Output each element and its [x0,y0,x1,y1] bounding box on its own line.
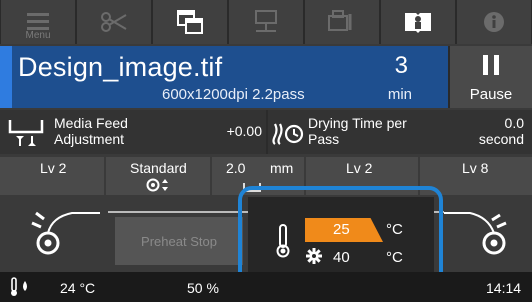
remaining-time: 3 [394,52,408,79]
media-feed-label-1: Media Feed [54,115,128,131]
menu-label: Menu [25,30,51,41]
left-roller-fan-icon [31,211,100,255]
right-level-value: Lv 8 [462,160,489,176]
printer-settings-button[interactable] [305,0,379,44]
network-icon [255,10,277,32]
manual-button[interactable] [381,0,455,44]
right-roller-fan-icon [444,212,507,255]
info-button[interactable] [457,0,531,44]
media-feed-adjustment[interactable]: Media Feed Adjustment +0.00 [0,110,266,154]
drying-time-label-1: Drying Time per [308,115,407,131]
menu-icon [27,13,49,30]
drying-time-value: 0.0 [504,115,524,131]
ambient-humidity: 50 % [187,280,219,296]
gap-value: 2.0 [226,160,246,176]
mid-level-value: Lv 2 [346,160,373,176]
pause-icon [483,55,499,75]
top-toolbar: Menu [0,0,532,44]
mode-setting[interactable]: Standard [106,157,210,195]
network-button[interactable] [229,0,303,44]
job-resolution: 600x1200dpi 2.2pass [162,86,305,103]
drying-time-label-2: Pass [308,131,340,147]
mode-dial-icon [146,178,168,192]
job-info-row: Design_image.tif 600x1200dpi 2.2pass 3 m… [0,46,532,108]
remaining-time-unit: min [387,86,412,103]
book-icon [405,13,431,33]
pause-label: Pause [469,86,513,103]
left-heater-level[interactable]: Lv 2 [0,157,104,195]
media-feed-value: +0.00 [226,123,262,139]
media-feed-label-2: Adjustment [54,131,125,147]
drying-time-per-pass[interactable]: Drying Time per Pass 0.0 second [268,110,532,154]
drying-time-unit: second [478,131,524,147]
info-icon [484,12,504,32]
gap-unit: mm [270,160,294,176]
job-file-name: Design_image.tif [18,52,223,82]
left-level-value: Lv 2 [40,160,67,176]
scissors-icon [101,12,127,32]
copy-windows-button[interactable] [153,0,227,44]
drying-time-icon [272,123,304,145]
cut-button[interactable] [77,0,151,44]
clock: 14:14 [486,280,522,296]
thermo-hygrometer-icon [11,277,27,296]
heater-focus-highlight [238,186,443,286]
pause-button[interactable]: Pause [448,46,532,108]
status-bar: 24 °C 50 % 14:14 [0,272,532,302]
ambient-temperature: 24 °C [60,280,96,296]
job-panel: Design_image.tif 600x1200dpi 2.2pass 3 m… [0,46,448,108]
copy-windows-icon [177,10,203,34]
adjustment-row: Media Feed Adjustment +0.00 Drying Time … [0,110,532,154]
media-feed-icon [8,120,44,146]
printer-settings-icon [328,10,352,31]
mode-value: Standard [130,160,187,176]
menu-button[interactable]: Menu [1,0,75,44]
preheat-stop-button[interactable]: Preheat Stop [115,217,243,265]
